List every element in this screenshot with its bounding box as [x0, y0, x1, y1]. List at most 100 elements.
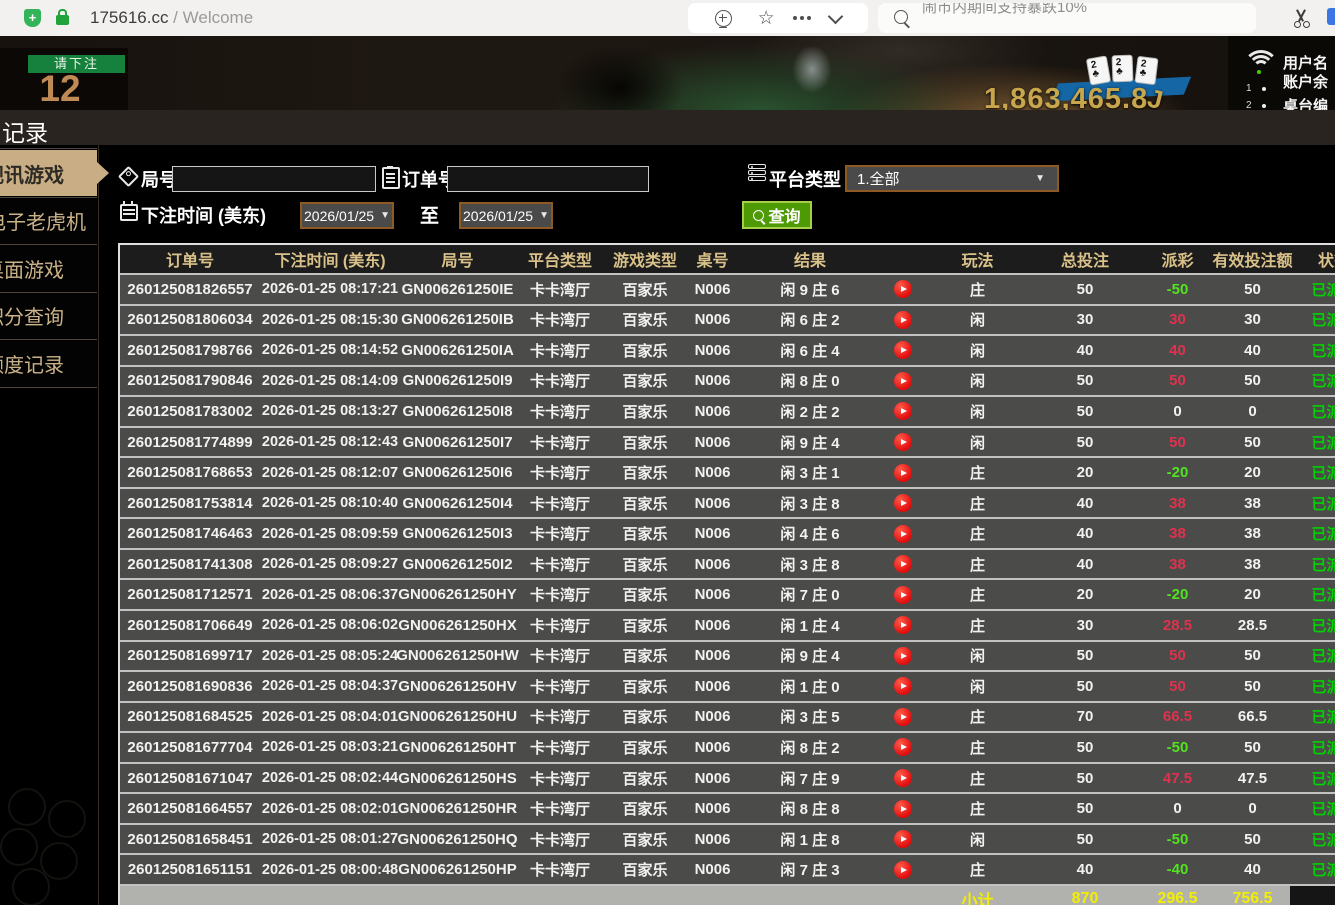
cell-bet-time: 2026-01-25 08:02:01 [260, 794, 400, 823]
cell-valid-bet: 50 [1215, 367, 1290, 396]
cell-video [880, 367, 925, 396]
playing-card: 2♣ [1112, 55, 1134, 83]
play-video-button[interactable] [894, 647, 912, 665]
lock-icon[interactable] [56, 15, 69, 25]
sidebar-item-table-games[interactable]: 桌面游戏 [0, 245, 97, 291]
cell-payout: 50 [1140, 672, 1215, 701]
cell-valid-bet: 30 [1215, 306, 1290, 335]
cell-total-bet: 50 [1030, 794, 1140, 823]
cell-platform: 卡卡湾厅 [515, 428, 605, 457]
play-video-button[interactable] [894, 464, 912, 482]
play-video-button[interactable] [894, 677, 912, 695]
sidebar-item-points-query[interactable]: 积分查询 [0, 293, 97, 338]
cell-valid-bet: 50 [1215, 275, 1290, 304]
play-video-button[interactable] [894, 402, 912, 420]
app: + 175616.cc / Welcome ☆ 闹市内期间支持暴跌10% 请下注… [0, 0, 1335, 905]
table-row: 260125081651151 2026-01-25 08:00:48 GN00… [120, 853, 1335, 884]
cell-total-bet: 50 [1030, 367, 1140, 396]
shield-icon[interactable]: + [24, 9, 41, 27]
cell-payout: 50 [1140, 428, 1215, 457]
play-video-button[interactable] [894, 616, 912, 634]
cell-payout: -20 [1140, 458, 1215, 487]
cell-total-bet: 40 [1030, 550, 1140, 579]
username-label: 用户名 [1283, 52, 1328, 73]
play-video-button[interactable] [894, 372, 912, 390]
play-video-button[interactable] [894, 555, 912, 573]
balance-label: 账户余 [1283, 71, 1328, 92]
play-icon [901, 347, 907, 353]
cell-status: 已派彩 [1290, 519, 1335, 548]
calendar-icon [120, 204, 138, 221]
table-row: 260125081706649 2026-01-25 08:06:02 GN00… [120, 609, 1335, 640]
sidebar-item-slots[interactable]: 电子老虎机 [0, 198, 97, 243]
play-video-button[interactable] [894, 800, 912, 818]
game-no-input[interactable] [172, 166, 376, 192]
sidebar-item-credit-records[interactable]: 额度记录 [0, 340, 97, 386]
cell-game-type: 百家乐 [605, 642, 685, 671]
cell-status: 已派彩 [1290, 733, 1335, 762]
cell-table-no: N006 [685, 703, 740, 732]
cell-order-no: 260125081684525 [120, 703, 260, 732]
chip-decoration [12, 868, 50, 905]
query-button[interactable]: 查询 [742, 201, 812, 229]
cell-platform: 卡卡湾厅 [515, 642, 605, 671]
order-no-input[interactable] [447, 166, 649, 192]
more-icon[interactable] [800, 16, 804, 20]
cell-bet-time: 2026-01-25 08:10:40 [260, 489, 400, 518]
header-status: 状态 [1290, 247, 1335, 271]
cell-bet-time: 2026-01-25 08:04:37 [260, 672, 400, 701]
cell-result: 闲 6 庄 2 [740, 306, 880, 335]
cell-platform: 卡卡湾厅 [515, 703, 605, 732]
play-video-button[interactable] [894, 769, 912, 787]
cell-table-no: N006 [685, 489, 740, 518]
cell-video [880, 611, 925, 640]
cell-status: 已派彩 [1290, 458, 1335, 487]
play-video-button[interactable] [894, 738, 912, 756]
play-video-button[interactable] [894, 341, 912, 359]
play-video-button[interactable] [894, 830, 912, 848]
table-row: 260125081664557 2026-01-25 08:02:01 GN00… [120, 792, 1335, 823]
sidebar-item-live-games[interactable]: 视讯游戏 [0, 150, 97, 196]
date-to-select[interactable]: 2026/01/25▼ [459, 202, 553, 229]
date-from-select[interactable]: 2026/01/25▼ [300, 202, 394, 229]
scissors-icon[interactable] [1292, 8, 1312, 28]
play-video-button[interactable] [894, 311, 912, 329]
list-dot [1262, 104, 1266, 108]
play-video-button[interactable] [894, 280, 912, 298]
cell-video [880, 489, 925, 518]
cell-payout: 47.5 [1140, 764, 1215, 793]
play-video-button[interactable] [894, 494, 912, 512]
cell-table-no: N006 [685, 794, 740, 823]
platform-select[interactable]: 1.全部▼ [845, 165, 1059, 192]
header-bet-time: 下注时间 (美东) [260, 247, 400, 271]
cell-result: 闲 2 庄 2 [740, 397, 880, 426]
cell-bet-time: 2026-01-25 08:02:44 [260, 764, 400, 793]
search-input[interactable]: 闹市内期间支持暴跌10% [878, 3, 1256, 33]
cell-game-no: GN006261250IE [400, 275, 515, 304]
play-video-button[interactable] [894, 433, 912, 451]
cell-payout: 0 [1140, 397, 1215, 426]
zoom-plus-icon[interactable] [715, 10, 732, 27]
header-game-type: 游戏类型 [605, 247, 685, 271]
subtotal-payout: 296.5 [1140, 886, 1215, 905]
cell-bet-time: 2026-01-25 08:14:09 [260, 367, 400, 396]
star-icon[interactable]: ☆ [758, 9, 775, 28]
cell-result: 闲 3 庄 8 [740, 489, 880, 518]
chevron-down-icon[interactable] [828, 8, 844, 24]
play-video-button[interactable] [894, 586, 912, 604]
cell-video [880, 275, 925, 304]
cell-table-no: N006 [685, 458, 740, 487]
cell-total-bet: 40 [1030, 336, 1140, 365]
play-video-button[interactable] [894, 525, 912, 543]
app-icon[interactable] [1327, 8, 1335, 25]
cell-play: 庄 [925, 733, 1030, 762]
cell-game-type: 百家乐 [605, 336, 685, 365]
cell-payout: -40 [1140, 855, 1215, 884]
play-video-button[interactable] [894, 861, 912, 879]
cell-bet-time: 2026-01-25 08:09:59 [260, 519, 400, 548]
play-video-button[interactable] [894, 708, 912, 726]
cell-game-type: 百家乐 [605, 550, 685, 579]
address-bar[interactable]: 175616.cc / Welcome [90, 8, 253, 28]
cell-platform: 卡卡湾厅 [515, 611, 605, 640]
cell-game-type: 百家乐 [605, 764, 685, 793]
